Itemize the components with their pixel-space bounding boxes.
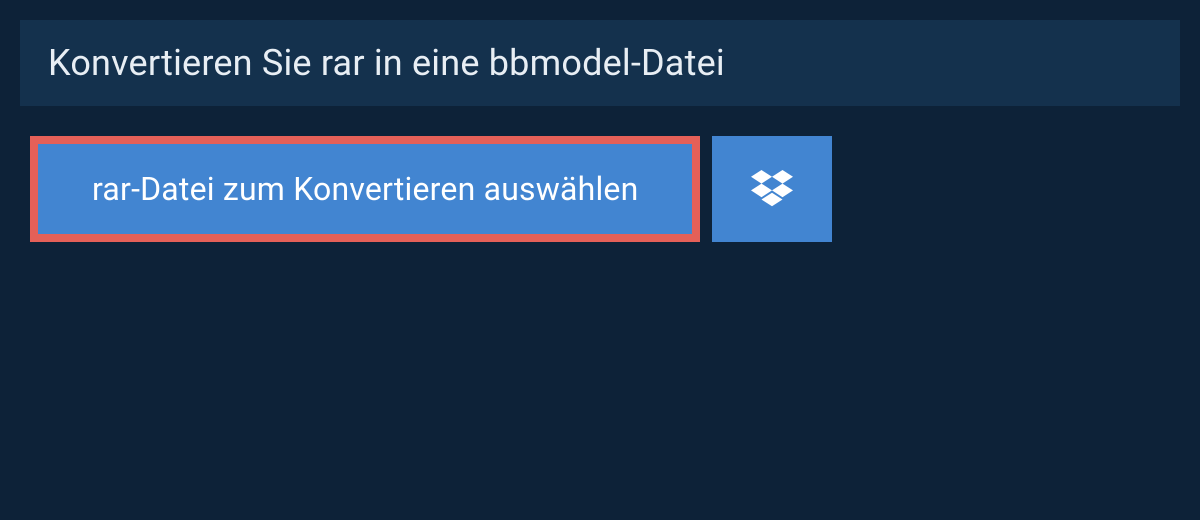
- select-file-button[interactable]: rar-Datei zum Konvertieren auswählen: [30, 136, 700, 242]
- dropbox-icon: [751, 170, 793, 208]
- dropbox-button[interactable]: [712, 136, 832, 242]
- page-title: Konvertieren Sie rar in eine bbmodel-Dat…: [48, 42, 725, 84]
- converter-panel: Konvertieren Sie rar in eine bbmodel-Dat…: [20, 20, 1180, 272]
- title-bar: Konvertieren Sie rar in eine bbmodel-Dat…: [20, 20, 753, 106]
- file-select-row: rar-Datei zum Konvertieren auswählen: [20, 106, 1180, 272]
- select-file-label: rar-Datei zum Konvertieren auswählen: [92, 170, 638, 208]
